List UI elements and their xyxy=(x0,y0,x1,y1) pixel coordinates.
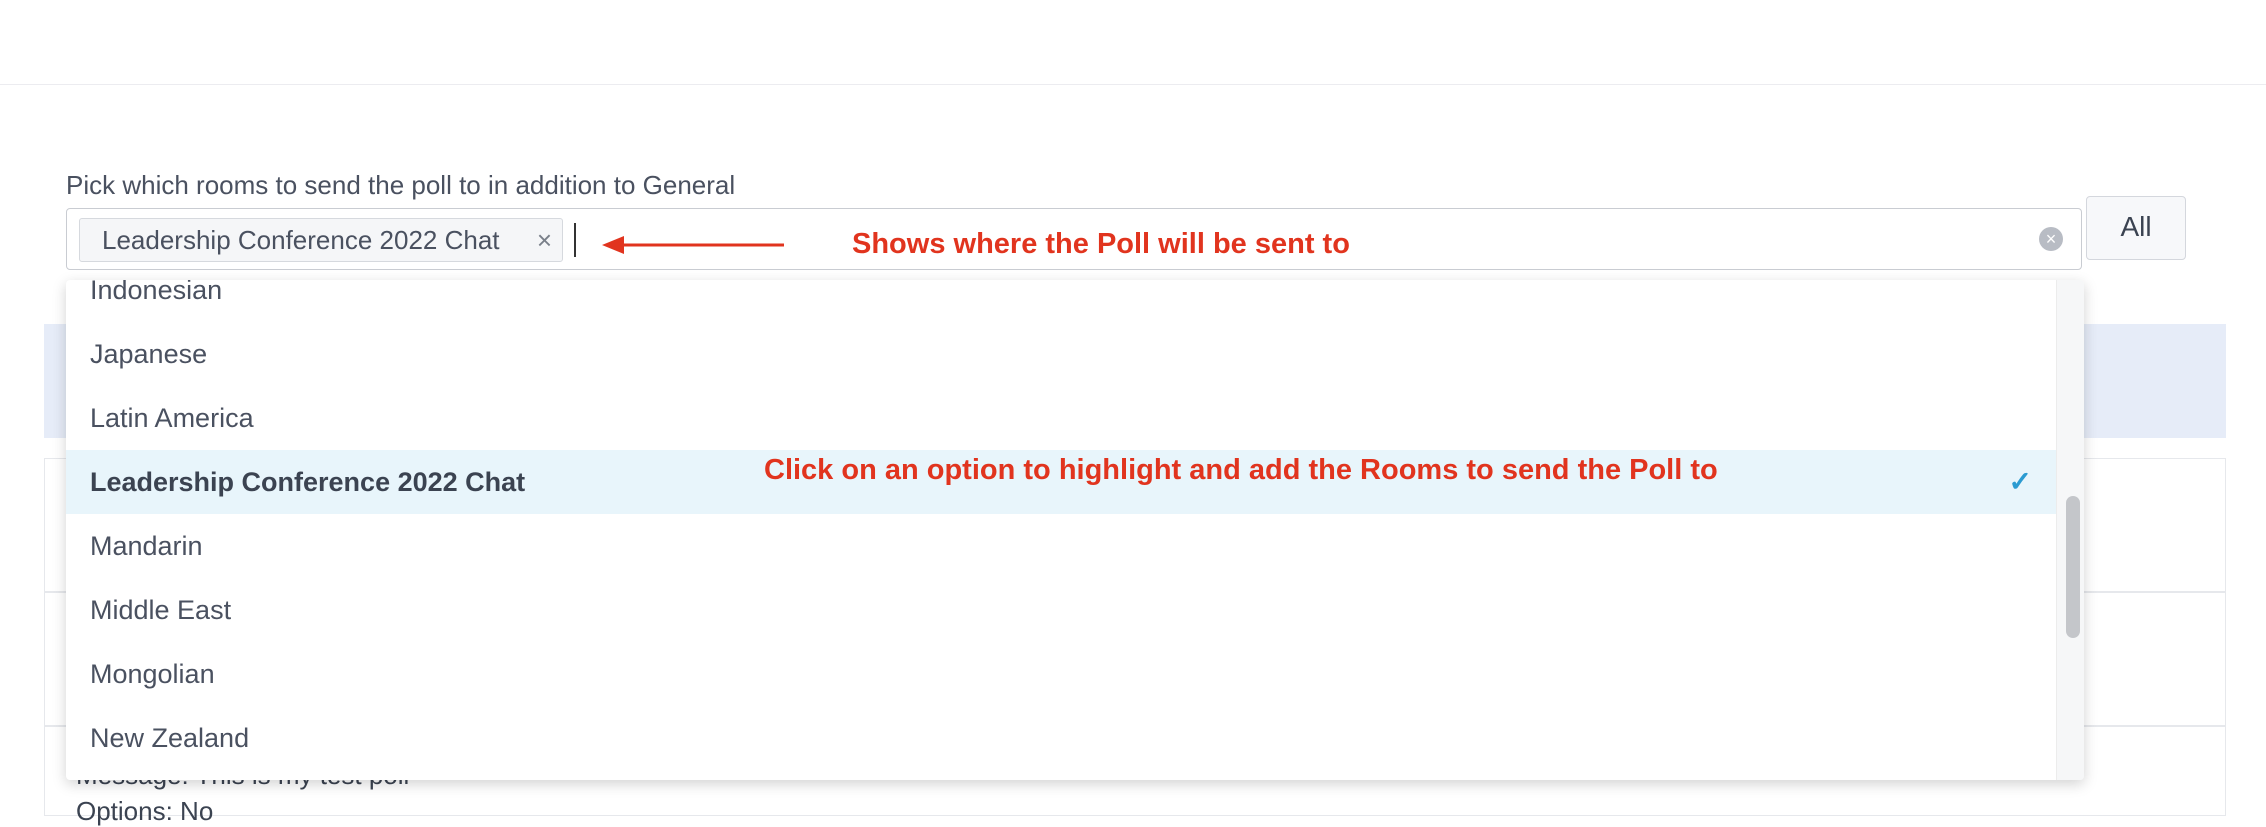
dropdown-option[interactable]: Latin America xyxy=(66,386,2056,450)
dropdown-option[interactable]: New Zealand xyxy=(66,706,2056,770)
background-options-text: Options: No xyxy=(76,796,214,826)
all-button[interactable]: All xyxy=(2086,196,2186,260)
annotation-middle: Click on an option to highlight and add … xyxy=(764,454,1718,486)
chip-remove-icon[interactable]: × xyxy=(537,219,552,261)
check-icon: ✓ xyxy=(2008,466,2032,497)
dropdown-option[interactable]: Japanese xyxy=(66,322,2056,386)
clear-selection-icon[interactable]: × xyxy=(2039,227,2063,251)
dropdown-option[interactable]: Indonesian xyxy=(66,280,2056,322)
text-caret xyxy=(574,223,576,257)
annotation-arrow xyxy=(602,236,784,254)
chip-label: Leadership Conference 2022 Chat xyxy=(102,225,500,255)
rooms-dropdown: Indonesian Japanese Latin America Leader… xyxy=(66,280,2084,780)
dropdown-scrollbar-thumb[interactable] xyxy=(2066,496,2080,638)
annotation-top: Shows where the Poll will be sent to xyxy=(852,228,1350,260)
selected-room-chip: Leadership Conference 2022 Chat × xyxy=(79,218,563,262)
option-label: Leadership Conference 2022 Chat xyxy=(90,467,526,497)
dropdown-option[interactable]: Mandarin xyxy=(66,514,2056,578)
rooms-label: Pick which rooms to send the poll to in … xyxy=(66,170,736,200)
top-bar xyxy=(0,0,2266,85)
dropdown-option[interactable]: Mongolian xyxy=(66,642,2056,706)
dropdown-option[interactable]: Middle East xyxy=(66,578,2056,642)
